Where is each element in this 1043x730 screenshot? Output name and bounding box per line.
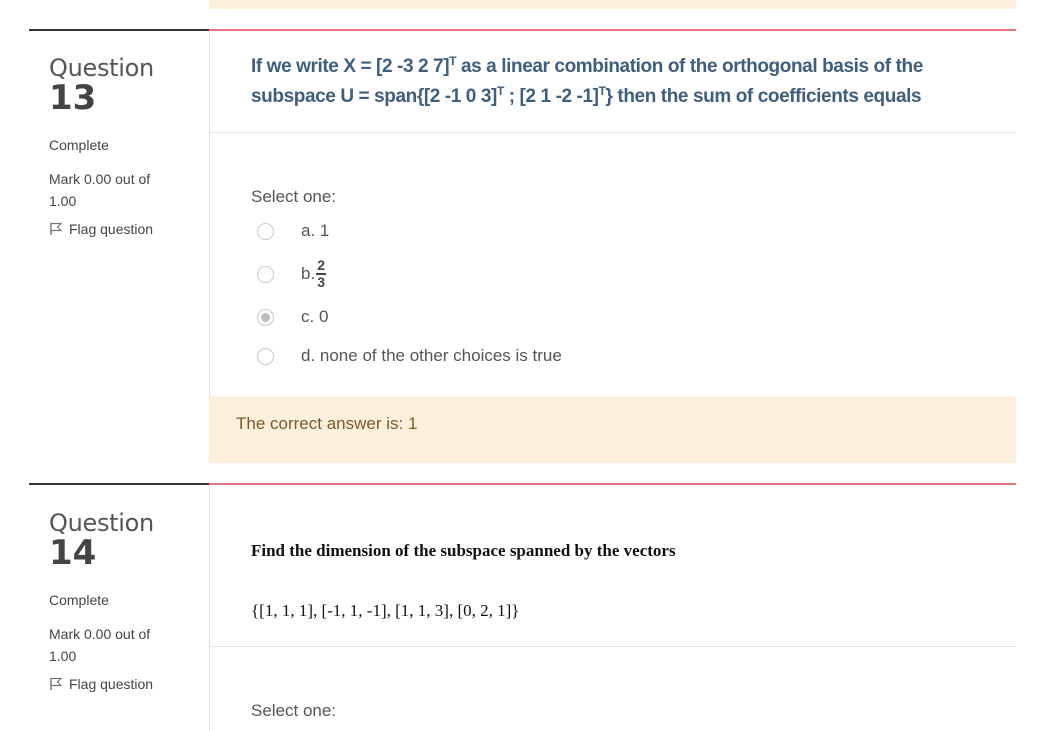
question-14-content-border <box>209 485 210 730</box>
question-grade: Mark 0.00 out of 1.00 <box>49 171 151 209</box>
question-13-text: If we write X = [2 -3 2 7]T as a linear … <box>251 52 991 112</box>
question-14-vectors: {[1, 1, 1], [-1, 1, -1], [1, 1, 3], [0, … <box>251 601 520 620</box>
option-label: d. none of the other choices is true <box>301 346 562 365</box>
flag-icon <box>50 677 63 690</box>
fraction: 2 3 <box>316 257 327 290</box>
radio-button[interactable] <box>257 265 274 283</box>
question-13-content-border <box>209 31 210 396</box>
flag-question-button[interactable]: Flag question <box>49 221 199 237</box>
radio-button[interactable] <box>257 347 274 365</box>
answer-option-b[interactable]: b. 2 3 <box>257 257 327 290</box>
question-13-info: Question 13 Complete Mark 0.00 out of 1.… <box>49 55 199 237</box>
question-14-text-divider <box>209 646 1016 647</box>
question-13-separator-right <box>209 29 1016 31</box>
option-label: a. 1 <box>301 221 330 240</box>
question-14-info: Question 14 Complete Mark 0.00 out of 1.… <box>49 510 199 692</box>
question-number: 14 <box>49 533 97 573</box>
select-one-label: Select one: <box>251 187 337 206</box>
previous-feedback-strip <box>209 0 1016 9</box>
question-13-feedback: The correct answer is: 1 <box>209 396 1016 463</box>
flag-question-label: Flag question <box>69 221 154 237</box>
question-13-text-line1: If we write X = [2 -3 2 7]T as a linear … <box>251 54 923 77</box>
radio-button-selected[interactable] <box>257 308 274 326</box>
flag-question-label: Flag question <box>69 676 154 692</box>
question-grade: Mark 0.00 out of 1.00 <box>49 626 151 664</box>
option-label: b. 2 3 <box>301 257 327 290</box>
select-one-label: Select one: <box>251 701 337 720</box>
flag-icon <box>50 222 63 235</box>
radio-button[interactable] <box>257 222 274 240</box>
flag-question-button[interactable]: Flag question <box>49 676 199 692</box>
answer-option-c[interactable]: c. 0 <box>257 307 328 327</box>
question-13-separator-left <box>29 29 209 31</box>
option-label: c. 0 <box>301 307 329 326</box>
question-14-separator-left <box>29 483 209 485</box>
answer-option-a[interactable]: a. 1 <box>257 221 329 241</box>
question-13-text-divider <box>209 132 1016 133</box>
question-14-separator-right <box>209 483 1016 485</box>
question-14-text: Find the dimension of the subspace spann… <box>251 541 676 560</box>
question-13-text-line2: subspace U = span{[2 -1 0 3]T ; [2 1 -2 … <box>251 84 922 107</box>
correct-answer-text: The correct answer is: 1 <box>236 414 418 433</box>
answer-option-d[interactable]: d. none of the other choices is true <box>257 346 562 366</box>
question-state: Complete <box>49 137 109 153</box>
question-number: 13 <box>49 78 97 118</box>
question-state: Complete <box>49 592 109 608</box>
